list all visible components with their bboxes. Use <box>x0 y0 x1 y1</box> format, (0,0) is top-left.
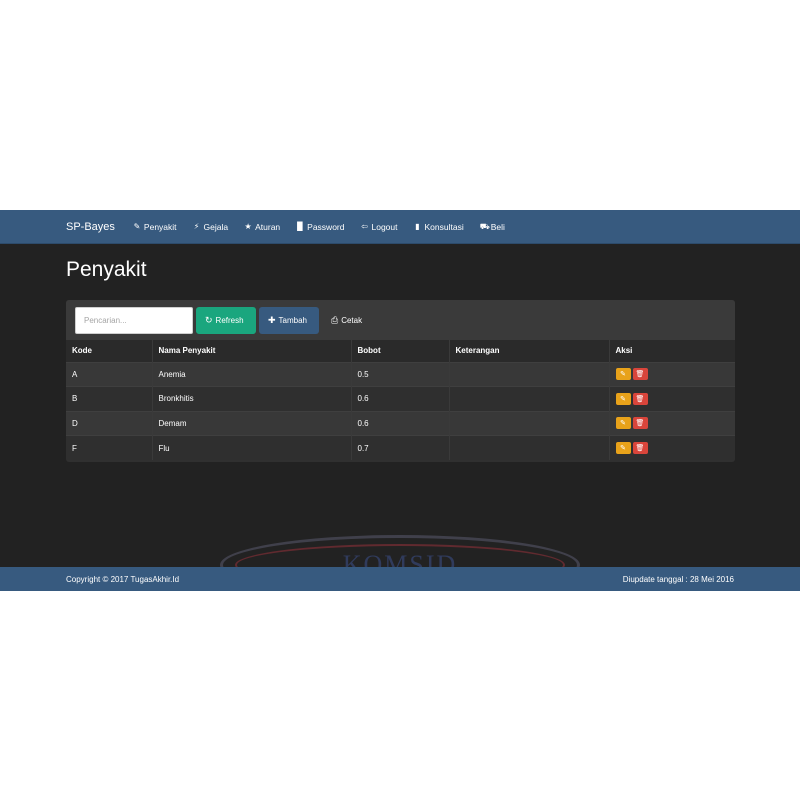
cell-kode: F <box>66 435 152 460</box>
cell-aksi: ✎ 🗑 <box>608 410 735 436</box>
chart-icon: ▮ <box>415 222 420 231</box>
nav-item-label: Penyakit <box>143 221 177 232</box>
delete-button[interactable]: 🗑 <box>632 368 648 381</box>
nav-item-label: Gejala <box>203 221 229 232</box>
cell-keterangan <box>448 386 609 411</box>
nav-item-label: Logout <box>371 221 398 232</box>
cell-kode: B <box>66 386 152 411</box>
nav-item-label: Konsultasi <box>424 221 464 232</box>
refresh-button[interactable]: ↻ Refresh <box>196 306 256 334</box>
header-aksi: Aksi <box>608 340 735 362</box>
nav-item-logout[interactable]: ⇦ Logout <box>360 222 397 232</box>
cell-bobot: 0.7 <box>350 435 449 460</box>
header-kode[interactable]: Kode <box>66 340 152 362</box>
cell-bobot: 0.5 <box>350 361 449 387</box>
delete-button[interactable]: 🗑 <box>632 392 648 405</box>
header-bobot[interactable]: Bobot <box>350 340 449 362</box>
table-header-row: Kode Nama Penyakit Bobot Keterangan Aksi <box>66 340 735 362</box>
cell-aksi: ✎ 🗑 <box>608 435 735 460</box>
toolbar: ↻ Refresh ✚ Tambah ⎙ Cetak <box>66 300 735 340</box>
add-button[interactable]: ✚ Tambah <box>259 306 319 334</box>
cell-keterangan <box>448 410 609 436</box>
logout-icon: ⇦ <box>361 222 368 231</box>
print-icon: ⎙ <box>331 314 339 325</box>
cell-kode: A <box>66 361 152 387</box>
cell-keterangan <box>448 361 609 387</box>
disease-table: Kode Nama Penyakit Bobot Keterangan Aksi… <box>66 340 735 460</box>
nav-item-gejala[interactable]: ⚡ Gejala <box>193 221 229 232</box>
delete-button[interactable]: 🗑 <box>632 417 648 430</box>
table-row: A Anemia 0.5 ✎ 🗑 <box>66 361 735 387</box>
add-label: Tambah <box>278 315 308 325</box>
cell-nama: Demam <box>151 410 351 436</box>
app-screen: SP-Bayes ✎ Penyakit ⚡ Gejala ★ Aturan ▉ … <box>0 210 800 591</box>
edit-button[interactable]: ✎ <box>615 442 631 454</box>
cell-bobot: 0.6 <box>350 410 449 436</box>
nav-item-penyakit[interactable]: ✎ Penyakit <box>133 222 177 232</box>
print-button[interactable]: ⎙ Cetak <box>322 307 370 334</box>
table-row: D Demam 0.6 ✎ 🗑 <box>66 410 735 436</box>
footer: Copyright © 2017 TugasAkhir.Id Diupdate … <box>0 567 800 591</box>
nav-item-label: Aturan <box>255 221 281 232</box>
refresh-icon: ↻ <box>205 314 213 325</box>
lock-icon: ▉ <box>297 222 304 231</box>
brand-link[interactable]: SP-Bayes <box>66 221 115 233</box>
print-label: Cetak <box>341 315 363 325</box>
star-icon: ★ <box>244 222 252 231</box>
cell-aksi: ✎ 🗑 <box>608 386 735 411</box>
delete-button[interactable]: 🗑 <box>632 442 648 454</box>
nav-item-konsultasi[interactable]: ▮ Konsultasi <box>413 222 463 232</box>
bolt-icon: ⚡ <box>193 222 200 231</box>
cell-aksi: ✎ 🗑 <box>608 361 735 387</box>
cell-nama: Flu <box>151 435 351 460</box>
cart-icon: ⛟ <box>479 221 490 231</box>
pin-icon: ✎ <box>133 222 141 231</box>
cell-kode: D <box>66 410 152 436</box>
edit-button[interactable]: ✎ <box>615 417 631 430</box>
cell-nama: Anemia <box>151 361 351 387</box>
plus-icon: ✚ <box>268 314 276 325</box>
search-input[interactable] <box>75 306 193 334</box>
nav-item-password[interactable]: ▉ Password <box>296 222 344 232</box>
cell-bobot: 0.6 <box>350 386 449 411</box>
header-nama-penyakit[interactable]: Nama Penyakit <box>151 340 351 362</box>
nav-item-aturan[interactable]: ★ Aturan <box>244 221 281 232</box>
footer-updated: Diupdate tanggal : 28 Mei 2016 <box>622 574 734 584</box>
nav-item-label: Password <box>307 221 345 232</box>
nav-item-label: Beli <box>490 221 505 232</box>
navbar: SP-Bayes ✎ Penyakit ⚡ Gejala ★ Aturan ▉ … <box>0 210 800 244</box>
table-row: F Flu 0.7 ✎ 🗑 <box>66 435 735 460</box>
refresh-label: Refresh <box>215 315 244 325</box>
header-keterangan[interactable]: Keterangan <box>448 340 609 362</box>
cell-keterangan <box>448 435 609 460</box>
cell-nama: Bronkhitis <box>151 386 351 411</box>
page-title: Penyakit <box>66 258 147 281</box>
data-panel: ↻ Refresh ✚ Tambah ⎙ Cetak Kode Nama Pen… <box>66 300 735 462</box>
edit-button[interactable]: ✎ <box>615 368 631 381</box>
footer-copyright: Copyright © 2017 TugasAkhir.Id <box>66 574 180 584</box>
table-row: B Bronkhitis 0.6 ✎ 🗑 <box>66 386 735 411</box>
nav-item-beli[interactable]: ⛟ Beli <box>480 222 505 232</box>
edit-button[interactable]: ✎ <box>615 392 631 405</box>
